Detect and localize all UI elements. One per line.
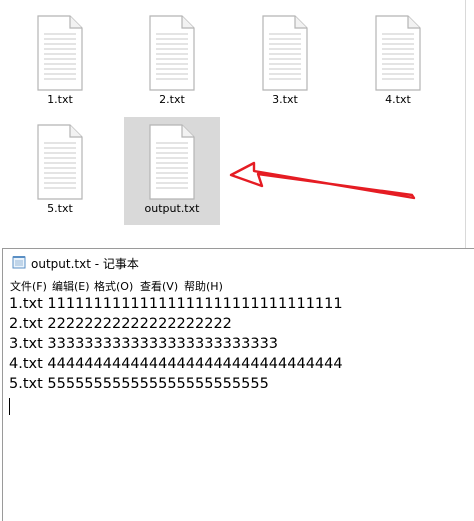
file-label: 5.txt [47, 202, 73, 215]
file-explorer: 1.txt 2.txt 3.txt 4.txt 5.txt output.txt [0, 0, 474, 248]
menu-view[interactable]: 查看(V) [140, 278, 178, 294]
file-label: 2.txt [159, 93, 185, 106]
file-label: 4.txt [385, 93, 411, 106]
title-bar[interactable]: output.txt - 记事本 [3, 249, 474, 275]
menu-format[interactable]: 格式(O) [94, 278, 133, 294]
window-title: output.txt - 记事本 [31, 257, 139, 271]
text-file-icon [37, 124, 83, 200]
text-file-icon [37, 15, 83, 91]
file-item-4-txt[interactable]: 4.txt [350, 8, 446, 116]
text-line: 4.txt 44444444444444444444444444444444 [9, 356, 343, 372]
notepad-window: output.txt - 记事本 文件(F) 编辑(E) 格式(O) 查看(V)… [2, 248, 474, 521]
text-file-icon [149, 124, 195, 200]
text-editor[interactable]: 1.txt 11111111111111111111111111111111 2… [5, 296, 474, 521]
text-line: 2.txt 22222222222222222222 [9, 316, 232, 332]
menu-help[interactable]: 帮助(H) [184, 278, 223, 294]
notepad-app-icon [12, 256, 26, 269]
menu-file[interactable]: 文件(F) [10, 278, 47, 294]
explorer-border [465, 0, 466, 248]
text-file-icon [262, 15, 308, 91]
text-file-icon [375, 15, 421, 91]
menu-bar: 文件(F) 编辑(E) 格式(O) 查看(V) 帮助(H) [3, 276, 474, 296]
menu-edit[interactable]: 编辑(E) [52, 278, 90, 294]
text-line: 5.txt 555555555555555555555555 [9, 376, 269, 392]
file-item-3-txt[interactable]: 3.txt [237, 8, 333, 116]
text-line: 3.txt 3333333333333333333333333 [9, 336, 279, 352]
file-label: 1.txt [47, 93, 73, 106]
text-file-icon [149, 15, 195, 91]
text-line: 1.txt 11111111111111111111111111111111 [9, 296, 343, 312]
file-label: output.txt [144, 202, 200, 215]
file-item-5-txt[interactable]: 5.txt [12, 117, 108, 225]
file-item-output-txt[interactable]: output.txt [124, 117, 220, 225]
text-caret [9, 398, 10, 415]
file-item-1-txt[interactable]: 1.txt [12, 8, 108, 116]
file-label: 3.txt [272, 93, 298, 106]
file-item-2-txt[interactable]: 2.txt [124, 8, 220, 116]
